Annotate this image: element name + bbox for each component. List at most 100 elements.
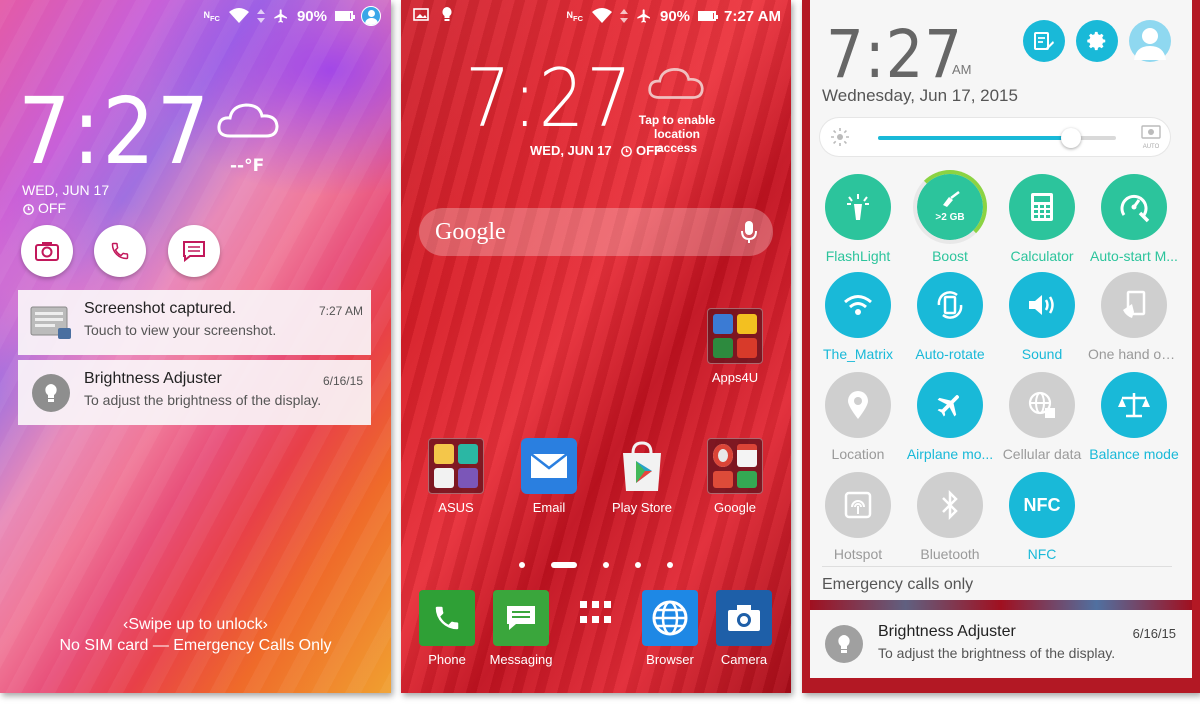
camera-shortcut-button[interactable]	[21, 225, 73, 277]
tile-balance-mode[interactable]: Balance mode	[1088, 372, 1180, 462]
browser-globe-icon	[642, 590, 698, 646]
dock-messaging[interactable]: Messaging	[481, 590, 561, 667]
page-indicator[interactable]	[401, 562, 791, 568]
tile-auto-rotate[interactable]: Auto-rotate	[904, 272, 996, 362]
dock-phone[interactable]: Phone	[407, 590, 487, 667]
notification-time: 6/16/15	[322, 374, 363, 388]
user-avatar-icon[interactable]	[361, 6, 381, 26]
notification-time: 6/16/15	[1132, 626, 1176, 641]
home-clock-widget[interactable]: 7:27	[465, 52, 634, 145]
page-dot[interactable]	[519, 562, 525, 568]
message-icon	[183, 241, 205, 262]
tile-label: Bluetooth	[920, 546, 980, 562]
clock-colon: :	[512, 52, 539, 145]
brightness-low-icon	[831, 128, 849, 146]
homescreen: NFC 90% 7:27 AM 7:27 Tap to enable locat…	[401, 0, 791, 693]
notification-screenshot[interactable]: Screenshot captured. Touch to view your …	[18, 290, 371, 355]
tile-label: Auto-start M...	[1090, 248, 1178, 264]
auto-brightness-toggle[interactable]: AUTO	[1140, 125, 1162, 150]
alarm-icon	[621, 146, 632, 157]
notification-brightness[interactable]: Brightness Adjuster To adjust the bright…	[18, 360, 371, 425]
tile-flashlight[interactable]: FlashLight	[812, 174, 904, 264]
weather-temp: --°F	[230, 156, 265, 176]
message-shortcut-button[interactable]	[168, 225, 220, 277]
phone-icon	[419, 590, 475, 646]
lightbulb-icon	[32, 373, 70, 412]
swipe-hint-text: Swipe up to unlock	[128, 616, 263, 633]
tile-one-hand[interactable]: One hand op...	[1088, 272, 1180, 362]
tile-hotspot[interactable]: Hotspot	[812, 472, 904, 562]
tile-cellular-data[interactable]: Cellular data	[996, 372, 1088, 462]
auto-brightness-icon	[1141, 125, 1161, 139]
brightness-track[interactable]	[878, 128, 1116, 148]
notification-text: To adjust the brightness of the display.	[84, 392, 322, 408]
dock-browser[interactable]: Browser	[630, 590, 710, 667]
status-bar: NFC 90% 7:27 AM	[566, 6, 782, 26]
calculator-icon	[1031, 193, 1053, 221]
folder-asus[interactable]: ASUS	[416, 438, 496, 515]
notification-brightness[interactable]: Brightness Adjuster To adjust the bright…	[810, 610, 1192, 678]
tile-autostart[interactable]: Auto-start M...	[1088, 174, 1180, 264]
tile-label: Calculator	[1010, 248, 1074, 264]
tile-wifi[interactable]: The_Matrix	[812, 272, 904, 362]
folder-icon	[707, 438, 763, 494]
google-search-bar[interactable]: Google	[419, 208, 773, 256]
edit-button[interactable]	[1023, 20, 1065, 62]
app-label: Google	[714, 500, 756, 515]
hotspot-icon	[844, 491, 872, 519]
settings-button[interactable]	[1076, 20, 1118, 62]
microphone-icon[interactable]	[741, 220, 757, 244]
quicksettings-screen: 7:27 AM Wednesday, Jun 17, 2015 AUTO Fla…	[802, 0, 1200, 693]
alarm-status: OFF	[22, 200, 66, 216]
lockscreen: NFC 90% 7:27 --°F WED, JUN 17 OFF Screen…	[0, 0, 391, 693]
google-logo: Google	[435, 218, 506, 245]
tile-label: NFC	[1027, 546, 1057, 562]
cloud-icon[interactable]	[647, 64, 705, 102]
phone-shortcut-button[interactable]	[94, 225, 146, 277]
messaging-icon	[493, 590, 549, 646]
page-dot[interactable]	[667, 562, 673, 568]
folder-apps4u[interactable]: Apps4U	[695, 308, 775, 385]
app-play-store[interactable]: Play Store	[602, 438, 682, 515]
swipe-to-unlock[interactable]: ‹Swipe up to unlock›	[0, 616, 391, 634]
notification-text: Touch to view your screenshot.	[84, 322, 277, 338]
clock-minutes: 27	[538, 52, 634, 145]
lock-clock: 7:27	[18, 78, 211, 185]
tile-boost[interactable]: >2 GB Boost	[904, 170, 996, 264]
user-avatar-button[interactable]	[1129, 20, 1171, 62]
clock-hour: 7	[18, 78, 73, 185]
tile-location[interactable]: Location	[812, 372, 904, 462]
globe-data-icon	[1028, 391, 1055, 418]
dock-camera[interactable]: Camera	[704, 590, 784, 667]
battery-icon	[698, 11, 719, 21]
divider	[822, 566, 1172, 567]
tile-label: Boost	[932, 248, 968, 264]
app-label: Play Store	[612, 500, 672, 515]
data-arrows-icon	[256, 9, 265, 23]
play-store-icon	[614, 438, 670, 494]
tile-bluetooth[interactable]: Bluetooth	[904, 472, 996, 562]
tile-nfc[interactable]: NFC NFC	[996, 472, 1088, 562]
clock-colon: :	[72, 78, 103, 185]
tile-calculator[interactable]: Calculator	[996, 174, 1088, 264]
quick-settings-panel: 7:27 AM Wednesday, Jun 17, 2015 AUTO Fla…	[810, 0, 1192, 600]
folder-google[interactable]: Google	[695, 438, 775, 515]
page-dot[interactable]	[635, 562, 641, 568]
notification-time: 7:27 AM	[318, 304, 363, 318]
tile-label: Location	[831, 446, 885, 462]
balance-scale-icon	[1118, 393, 1150, 418]
page-dot[interactable]	[603, 562, 609, 568]
brightness-knob[interactable]	[1060, 128, 1081, 148]
tile-airplane-mode[interactable]: Airplane mo...	[904, 372, 996, 462]
app-email[interactable]: Email	[509, 438, 589, 515]
app-drawer-button[interactable]	[556, 600, 636, 629]
tile-sound[interactable]: Sound	[996, 272, 1088, 362]
rotate-icon	[937, 291, 963, 319]
app-label: ASUS	[438, 500, 474, 515]
page-dot-active[interactable]	[551, 562, 577, 568]
gauge-wrench-icon	[1120, 194, 1150, 223]
brightness-slider[interactable]: AUTO	[820, 118, 1170, 156]
status-bar: NFC 90%	[202, 6, 381, 26]
airplane-icon	[637, 9, 650, 23]
alarm-status: OFF	[620, 143, 662, 158]
